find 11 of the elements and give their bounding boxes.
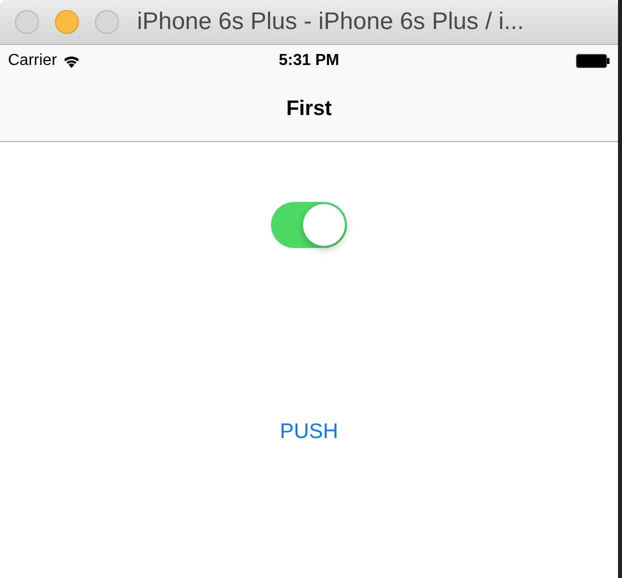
nav-title: First bbox=[286, 97, 332, 121]
window-control-button[interactable] bbox=[15, 10, 39, 34]
window-control-button[interactable] bbox=[55, 10, 79, 34]
toggle-switch[interactable] bbox=[271, 202, 347, 248]
wifi-icon bbox=[62, 54, 80, 68]
battery-icon bbox=[576, 54, 610, 68]
status-time: 5:31 PM bbox=[278, 52, 340, 70]
window-control-button[interactable] bbox=[95, 10, 119, 34]
window-title: iPhone 6s Plus - iPhone 6s Plus / i... bbox=[137, 8, 524, 36]
push-button[interactable]: PUSH bbox=[272, 416, 346, 448]
carrier-label: Carrier bbox=[8, 52, 57, 70]
